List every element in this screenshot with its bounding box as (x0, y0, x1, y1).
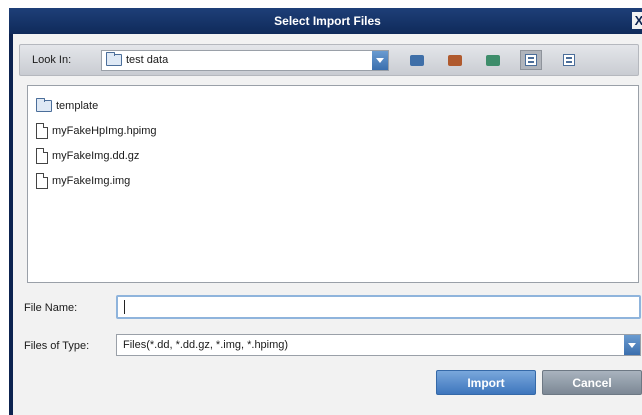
home-button[interactable] (444, 50, 466, 70)
new-folder-button[interactable] (482, 50, 504, 70)
chevron-down-icon (628, 342, 636, 348)
look-in-label: Look In: (32, 54, 72, 66)
file-name-input[interactable] (116, 295, 641, 319)
close-icon: X (634, 13, 642, 28)
title-bar: Select Import Files X (9, 8, 642, 34)
file-name: myFakeImg.img (52, 175, 131, 187)
dropdown-arrow-button[interactable] (372, 51, 388, 70)
dialog-title: Select Import Files (274, 14, 381, 28)
text-caret (124, 300, 125, 314)
close-button[interactable]: X (632, 12, 642, 29)
look-in-value: test data (126, 54, 169, 66)
file-icon (36, 148, 48, 164)
home-icon (448, 54, 462, 66)
file-name-label: File Name: (24, 302, 78, 314)
import-button[interactable]: Import (436, 370, 536, 395)
details-view-button[interactable] (558, 50, 580, 70)
folder-icon (36, 98, 52, 112)
list-view-icon (525, 54, 537, 66)
dropdown-arrow-button[interactable] (624, 335, 640, 355)
new-folder-icon (486, 54, 500, 66)
list-item[interactable]: myFakeHpImg.hpimg (36, 122, 157, 140)
up-one-level-icon (410, 54, 424, 66)
folder-icon (106, 52, 122, 66)
file-name: myFakeImg.dd.gz (52, 150, 140, 162)
file-icon (36, 173, 48, 189)
up-one-level-button[interactable] (406, 50, 428, 70)
file-type-dropdown[interactable]: Files(*.dd, *.dd.gz, *.img, *.hpimg) (116, 334, 641, 356)
file-list[interactable]: template myFakeHpImg.hpimg myFakeImg.dd.… (27, 85, 639, 283)
file-name: template (56, 100, 99, 112)
select-import-files-dialog: Select Import Files X Look In: test data (9, 8, 642, 415)
list-item[interactable]: myFakeImg.img (36, 172, 130, 190)
file-name: myFakeHpImg.hpimg (52, 125, 157, 137)
list-item[interactable]: myFakeImg.dd.gz (36, 147, 139, 165)
list-view-button[interactable] (520, 50, 542, 70)
list-item[interactable]: template (36, 97, 98, 115)
file-icon (36, 123, 48, 139)
look-in-dropdown[interactable]: test data (101, 50, 389, 71)
cancel-button[interactable]: Cancel (542, 370, 642, 395)
file-type-label: Files of Type: (24, 340, 90, 352)
look-in-toolbar: Look In: test data (19, 44, 639, 76)
details-view-icon (563, 54, 575, 66)
file-type-value: Files(*.dd, *.dd.gz, *.img, *.hpimg) (123, 339, 289, 351)
chevron-down-icon (376, 58, 384, 63)
